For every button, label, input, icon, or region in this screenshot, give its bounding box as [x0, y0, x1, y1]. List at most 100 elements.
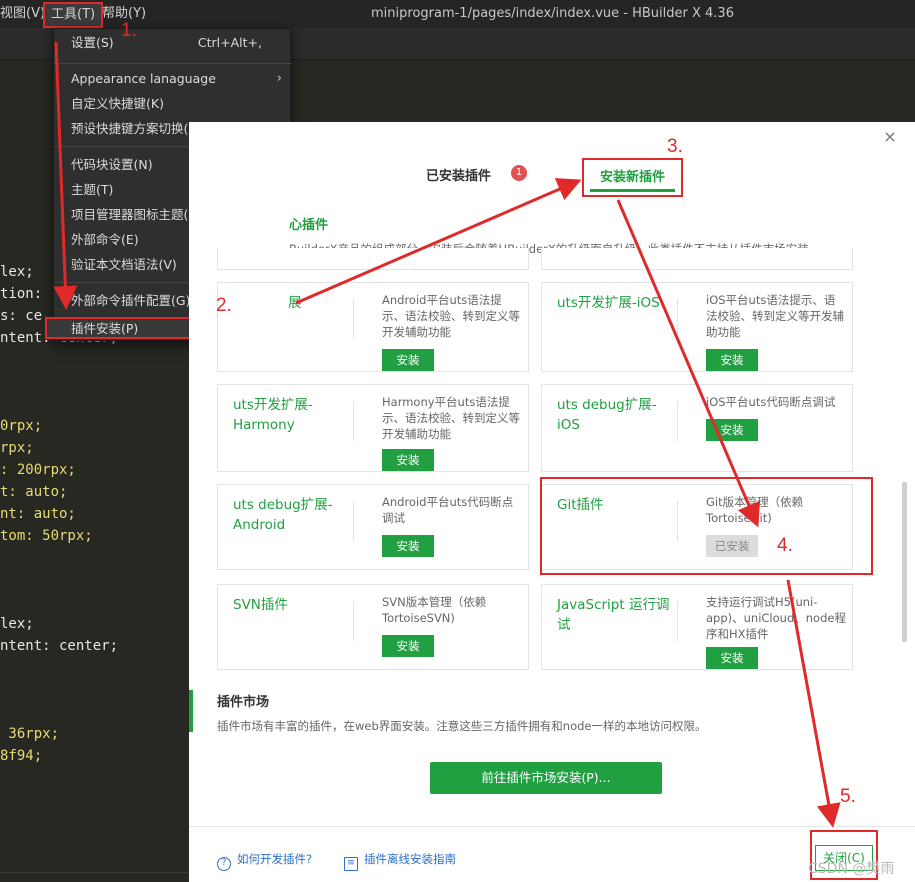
menu-item-label: 验证本文档语法(V) — [71, 257, 177, 272]
step-label-3: 3. — [667, 136, 683, 157]
card-divider — [353, 601, 354, 641]
plugin-description: Android平台uts语法提示、语法校验、转到定义等开发辅助功能 — [382, 293, 520, 339]
plugin-market-title: 插件市场 — [217, 695, 270, 710]
section-marker — [189, 690, 193, 732]
active-tab-indicator — [590, 189, 675, 192]
tab-install-new-plugins[interactable]: 安装新插件 — [582, 158, 683, 197]
plugin-card: uts debug扩展-Android Android平台uts代码断点调试 安… — [217, 484, 529, 570]
plugin-card-partial — [541, 248, 853, 270]
menu-item-custom-shortcuts[interactable]: 自定义快捷键(K) — [54, 92, 292, 116]
plugin-description: Harmony平台uts语法提示、语法校验、转到定义等开发辅助功能 — [382, 395, 520, 441]
plugin-name: uts debug扩展-Android — [233, 497, 333, 533]
install-button[interactable]: 安装 — [382, 349, 434, 371]
how-to-develop-link[interactable]: ? 如何开发插件? — [217, 851, 312, 871]
menu-item-label: 代码块设置(N) — [71, 157, 153, 172]
plugin-description: iOS平台uts代码断点调试 — [706, 395, 836, 409]
menu-item-appearance[interactable]: Appearance lanaguage › — [54, 67, 292, 91]
code-line: 8f94; — [0, 748, 43, 764]
go-to-market-button[interactable]: 前往插件市场安装(P)... — [430, 762, 662, 794]
plugin-card: uts开发扩展-Harmony Harmony平台uts语法提示、语法校验、转到… — [217, 384, 529, 472]
tab-installed-plugins[interactable]: 已安装插件 — [426, 165, 491, 184]
close-icon[interactable]: × — [881, 128, 899, 146]
card-divider — [677, 299, 678, 339]
menu-item-label: 主题(T) — [71, 182, 114, 197]
plugin-card: uts开发扩展-iOS iOS平台uts语法提示、语法校验、转到定义等开发辅助功… — [541, 282, 853, 372]
scrollbar[interactable] — [902, 482, 907, 642]
watermark: CSDN @樊雨 — [808, 861, 895, 877]
install-button[interactable]: 安装 — [382, 449, 434, 471]
dialog-footer: ? 如何开发插件? ≡ 插件离线安装指南 关闭(C) — [189, 826, 915, 882]
plugin-card: 展 Android平台uts语法提示、语法校验、转到定义等开发辅助功能 安装 — [217, 282, 529, 372]
menu-item-label: Appearance lanaguage — [71, 71, 216, 86]
shortcut-label: Ctrl+Alt+, — [197, 35, 262, 50]
offline-install-guide-link[interactable]: ≡ 插件离线安装指南 — [344, 851, 456, 871]
code-line: tion: — [0, 286, 43, 302]
document-icon: ≡ — [344, 857, 358, 871]
install-button[interactable]: 安装 — [382, 635, 434, 657]
window-title: miniprogram-1/pages/index/index.vue - HB… — [371, 6, 734, 21]
plugin-description: Android平台uts代码断点调试 — [382, 495, 514, 525]
code-line: s: ce — [0, 308, 43, 324]
plugin-description: iOS平台uts语法提示、语法校验、转到定义等开发辅助功能 — [706, 293, 844, 339]
plugin-name: uts开发扩展-iOS — [557, 295, 660, 311]
install-button[interactable]: 安装 — [382, 535, 434, 557]
card-divider — [353, 401, 354, 441]
code-line: nt: auto; — [0, 506, 76, 522]
plugin-name: uts debug扩展-iOS — [557, 397, 657, 433]
plugin-market-description: 插件市场有丰富的插件，在web界面安装。注意这些三方插件拥有和node一样的本地… — [217, 719, 707, 733]
card-divider — [677, 501, 678, 541]
step-label-4: 4. — [777, 535, 793, 556]
plugin-card: uts debug扩展-iOS iOS平台uts代码断点调试 安装 — [541, 384, 853, 472]
plugin-description: SVN版本管理（依赖TortoiseSVN) — [382, 595, 487, 625]
step-label-2: 2. — [216, 295, 232, 316]
menu-item-label: 外部命令插件配置(G) — [71, 293, 191, 308]
plugin-description: 支持运行调试H5(uni-app)、uniCloud、node程序和HX插件 — [706, 595, 846, 641]
menu-item-label: 插件安装(P) — [71, 321, 139, 336]
menu-item-label: 预设快捷键方案切换(W) — [71, 121, 206, 136]
menu-item-label: 自定义快捷键(K) — [71, 96, 164, 111]
plugin-name: SVN插件 — [233, 597, 288, 613]
help-icon: ? — [217, 857, 231, 871]
menu-item-label: 设置(S) — [71, 35, 114, 50]
core-plugins-title: 心插件 — [289, 218, 329, 233]
plugin-card: JavaScript 运行调试 支持运行调试H5(uni-app)、uniClo… — [541, 584, 853, 670]
link-label: 插件离线安装指南 — [364, 852, 456, 866]
plugin-dialog: × 已安装插件 1 安装新插件 心插件 BuilderX产品的组成部分，安装后会… — [189, 122, 915, 882]
installed-button: 已安装 — [706, 535, 758, 557]
step-label-5: 5. — [840, 786, 856, 807]
chevron-right-icon: › — [276, 71, 282, 86]
install-button[interactable]: 安装 — [706, 349, 758, 371]
install-button[interactable]: 安装 — [706, 419, 758, 441]
plugin-card: SVN插件 SVN版本管理（依赖TortoiseSVN) 安装 — [217, 584, 529, 670]
plugin-card-partial — [217, 248, 529, 270]
code-line: : 200rpx; — [0, 462, 76, 478]
card-divider — [677, 401, 678, 441]
code-line: 0rpx; — [0, 418, 43, 434]
code-line: 36rpx; — [0, 726, 60, 742]
code-line: t: auto; — [0, 484, 68, 500]
code-line: rpx; — [0, 440, 34, 456]
menu-item-label: 项目管理器图标主题(I) — [71, 207, 197, 222]
step-label-1: 1. — [121, 20, 137, 41]
menu-separator — [54, 63, 292, 64]
code-line: lex; — [0, 616, 34, 632]
installed-count-badge: 1 — [511, 165, 527, 181]
plugin-card: Git插件 Git版本管理（依赖TortoiseGit) 已安装 — [541, 484, 853, 570]
install-button[interactable]: 安装 — [706, 647, 758, 669]
plugin-name: JavaScript 运行调试 — [557, 597, 670, 633]
menu-item-settings[interactable]: 设置(S) Ctrl+Alt+, — [54, 31, 292, 55]
code-line: ntent: center; — [0, 638, 119, 654]
code-line: tom: 50rpx; — [0, 528, 93, 544]
card-divider — [353, 299, 354, 339]
editor-divider — [0, 872, 190, 873]
code-line: lex; — [0, 264, 34, 280]
menu-item-label: 外部命令(E) — [71, 232, 139, 247]
card-divider — [677, 601, 678, 641]
plugin-description: Git版本管理（依赖TortoiseGit) — [706, 495, 804, 525]
plugin-name: Git插件 — [557, 497, 604, 513]
tab-label: 安装新插件 — [599, 170, 665, 185]
menu-bar: 视图(V) 工具(T) 帮助(Y) miniprogram-1/pages/in… — [0, 0, 915, 28]
plugin-name: uts开发扩展-Harmony — [233, 397, 313, 433]
link-label: 如何开发插件? — [237, 852, 313, 866]
card-divider — [353, 501, 354, 541]
